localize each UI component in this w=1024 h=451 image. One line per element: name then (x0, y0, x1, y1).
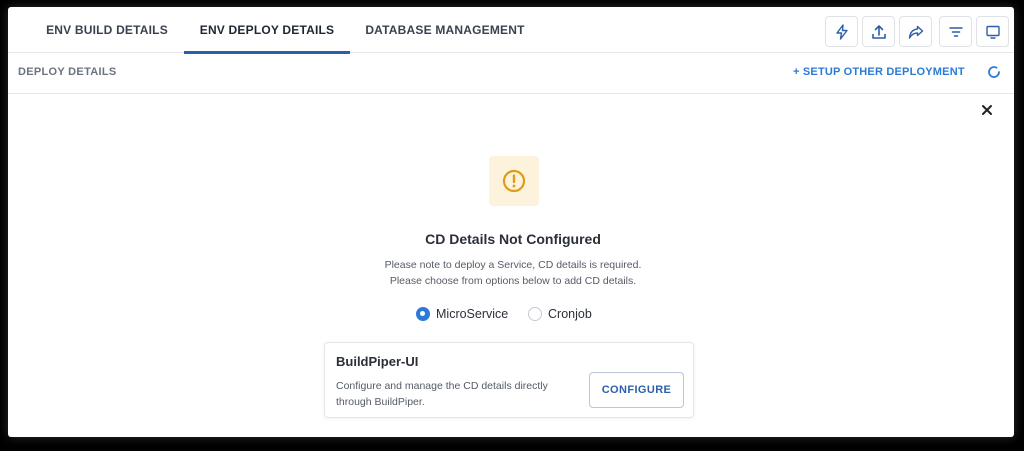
tab-bar: ENV BUILD DETAILS ENV DEPLOY DETAILS DAT… (8, 7, 1014, 54)
upload-icon[interactable] (862, 16, 895, 47)
empty-state-description-line-2: Please choose from options below to add … (389, 275, 637, 287)
radio-selected-indicator[interactable] (416, 307, 430, 321)
empty-state-description-line-1: Please note to deploy a Service, CD deta… (384, 259, 642, 271)
lightning-icon[interactable] (825, 16, 858, 47)
sub-header: DEPLOY DETAILS + SETUP OTHER DEPLOYMENT (8, 54, 1014, 94)
app-window: ENV BUILD DETAILS ENV DEPLOY DETAILS DAT… (8, 7, 1014, 437)
empty-state-title: CD Details Not Configured (425, 231, 601, 247)
monitor-icon[interactable] (976, 16, 1009, 47)
card-description: Configure and manage the CD details dire… (336, 380, 548, 408)
tab-database-management[interactable]: DATABASE MANAGEMENT (360, 7, 530, 53)
microservice-radio-label: MicroService (436, 307, 509, 321)
refresh-icon[interactable] (986, 64, 1002, 80)
radio-unselected-indicator[interactable] (528, 307, 542, 321)
card-title: BuildPiper-UI (336, 354, 419, 369)
close-icon[interactable] (978, 101, 996, 119)
breadcrumb: DEPLOY DETAILS (18, 66, 117, 78)
warning-icon (489, 156, 539, 206)
cronjob-radio-label: Cronjob (548, 307, 592, 321)
tab-env-deploy-details[interactable]: ENV DEPLOY DETAILS (184, 7, 350, 54)
microservice-radio[interactable]: MicroService (416, 305, 508, 323)
filter-icon[interactable] (939, 16, 972, 47)
buildpiper-ui-card: BuildPiper-UI Configure and manage the C… (324, 342, 694, 418)
setup-other-deployment-link[interactable]: + SETUP OTHER DEPLOYMENT (793, 66, 965, 78)
configure-button[interactable]: CONFIGURE (589, 372, 684, 408)
share-icon[interactable] (899, 16, 932, 47)
tab-env-build-details[interactable]: ENV BUILD DETAILS (32, 7, 182, 53)
cronjob-radio[interactable]: Cronjob (528, 305, 592, 323)
